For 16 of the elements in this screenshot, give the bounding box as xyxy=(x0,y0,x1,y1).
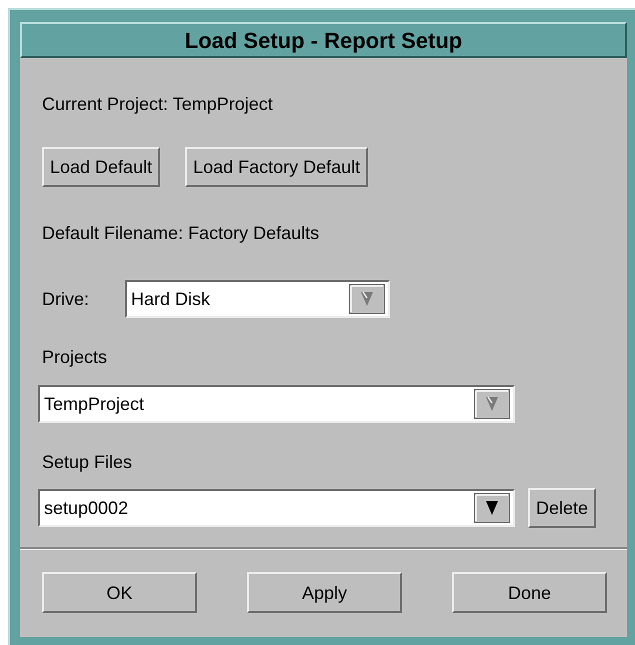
apply-button[interactable]: Apply xyxy=(247,572,402,613)
ok-button[interactable]: OK xyxy=(42,572,197,613)
delete-button[interactable]: Delete xyxy=(528,488,596,528)
current-project-label: Current Project: TempProject xyxy=(42,93,274,116)
load-default-button[interactable]: Load Default xyxy=(42,147,160,187)
dropdown-arrow-icon[interactable] xyxy=(474,493,510,523)
setup-files-label: Setup Files xyxy=(42,451,134,474)
dropdown-field[interactable]: TempProject xyxy=(38,385,515,423)
drive-label: Drive: xyxy=(42,288,90,310)
projects-label: Projects xyxy=(42,346,108,369)
window-title: Load Setup - Report Setup xyxy=(20,22,627,58)
dropdown-field[interactable]: Hard Disk xyxy=(125,280,390,318)
dropdown-field[interactable]: setup0002 xyxy=(38,489,515,527)
default-filename-label: Default Filename: Factory Defaults xyxy=(42,222,320,245)
load-factory-default-button[interactable]: Load Factory Default xyxy=(185,147,368,187)
done-button[interactable]: Done xyxy=(452,572,607,613)
